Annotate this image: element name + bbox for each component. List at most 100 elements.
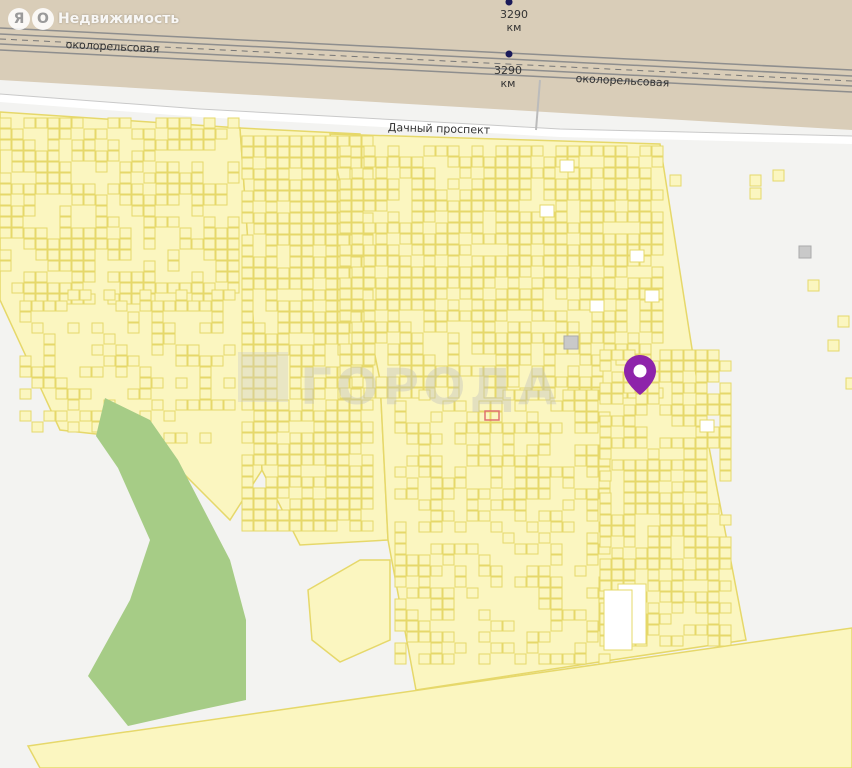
land-plot[interactable]: [586, 510, 599, 522]
land-plot[interactable]: [538, 433, 551, 445]
land-plot[interactable]: [265, 267, 278, 279]
land-plot[interactable]: [719, 536, 732, 548]
land-plot[interactable]: [253, 509, 266, 521]
land-plot[interactable]: [611, 349, 624, 361]
land-plot[interactable]: [199, 388, 212, 400]
land-plot[interactable]: [538, 466, 551, 478]
land-plot[interactable]: [671, 635, 684, 647]
land-plot[interactable]: [35, 282, 48, 294]
land-plot[interactable]: [277, 333, 290, 345]
land-plot[interactable]: [337, 465, 350, 477]
land-plot[interactable]: [301, 179, 314, 191]
land-plot[interactable]: [579, 222, 592, 234]
land-plot[interactable]: [349, 432, 362, 444]
land-plot[interactable]: [623, 503, 636, 515]
land-plot[interactable]: [211, 289, 224, 301]
land-plot[interactable]: [67, 388, 80, 400]
land-plot[interactable]: [695, 492, 708, 504]
land-plot[interactable]: [695, 448, 708, 460]
land-plot[interactable]: [423, 145, 436, 157]
land-plot[interactable]: [337, 476, 350, 488]
land-plot[interactable]: [406, 433, 419, 445]
land-plot[interactable]: [495, 178, 508, 190]
land-plot[interactable]: [91, 322, 104, 334]
land-plot[interactable]: [574, 455, 587, 467]
land-plot[interactable]: [339, 222, 352, 234]
land-plot[interactable]: [719, 360, 732, 372]
land-plot[interactable]: [301, 432, 314, 444]
land-plot[interactable]: [387, 321, 400, 333]
land-plot[interactable]: [55, 410, 68, 422]
land-plot[interactable]: [418, 499, 431, 511]
land-plot[interactable]: [253, 322, 266, 334]
land-plot[interactable]: [289, 256, 302, 268]
land-plot[interactable]: [23, 227, 36, 239]
land-plot[interactable]: [277, 157, 290, 169]
land-plot[interactable]: [59, 238, 72, 250]
land-plot[interactable]: [191, 172, 204, 184]
land-plot[interactable]: [227, 249, 240, 261]
land-plot[interactable]: [11, 161, 24, 173]
land-plot[interactable]: [502, 444, 515, 456]
land-plot[interactable]: [507, 244, 520, 256]
land-plot[interactable]: [483, 277, 496, 289]
land-plot[interactable]: [363, 244, 376, 256]
land-plot[interactable]: [555, 255, 568, 267]
land-plot[interactable]: [567, 189, 580, 201]
land-plot[interactable]: [623, 492, 636, 504]
land-plot[interactable]: [591, 189, 604, 201]
land-plot[interactable]: [719, 448, 732, 460]
land-plot[interactable]: [155, 282, 168, 294]
land-plot[interactable]: [155, 183, 168, 195]
land-plot[interactable]: [466, 587, 479, 599]
land-plot[interactable]: [707, 393, 720, 405]
land-plot[interactable]: [211, 399, 224, 411]
land-plot[interactable]: [531, 145, 544, 157]
land-plot[interactable]: [695, 536, 708, 548]
land-plot[interactable]: [659, 503, 672, 515]
land-plot[interactable]: [339, 189, 352, 201]
land-plot[interactable]: [289, 212, 302, 224]
land-plot[interactable]: [363, 310, 376, 322]
land-plot[interactable]: [387, 310, 400, 322]
land-plot[interactable]: [671, 349, 684, 361]
land-plot[interactable]: [543, 189, 556, 201]
land-plot[interactable]: [495, 167, 508, 179]
land-plot[interactable]: [430, 565, 443, 577]
land-plot[interactable]: [241, 476, 254, 488]
land-plot[interactable]: [591, 255, 604, 267]
land-plot[interactable]: [313, 509, 326, 521]
land-plot[interactable]: [507, 178, 520, 190]
land-plot[interactable]: [301, 234, 314, 246]
land-plot[interactable]: [339, 156, 352, 168]
land-plot[interactable]: [313, 201, 326, 213]
land-plot[interactable]: [411, 211, 424, 223]
land-plot[interactable]: [659, 437, 672, 449]
land-plot[interactable]: [550, 510, 563, 522]
land-plot[interactable]: [659, 558, 672, 570]
land-plot[interactable]: [683, 415, 696, 427]
land-plot[interactable]: [351, 233, 364, 245]
land-plot[interactable]: [241, 520, 254, 532]
land-plot[interactable]: [179, 128, 192, 140]
land-plot[interactable]: [95, 150, 108, 162]
land-plot[interactable]: [471, 189, 484, 201]
land-plot[interactable]: [514, 455, 527, 467]
land-plot[interactable]: [91, 366, 104, 378]
land-plot[interactable]: [325, 300, 338, 312]
land-plot[interactable]: [349, 157, 362, 169]
land-plot[interactable]: [695, 404, 708, 416]
land-plot[interactable]: [639, 145, 652, 157]
land-plot[interactable]: [471, 310, 484, 322]
land-plot[interactable]: [313, 157, 326, 169]
land-plot[interactable]: [313, 311, 326, 323]
land-plot[interactable]: [265, 201, 278, 213]
land-plot[interactable]: [651, 277, 664, 289]
land-plot[interactable]: [555, 310, 568, 322]
land-plot[interactable]: [459, 266, 472, 278]
land-plot[interactable]: [707, 624, 720, 636]
land-plot[interactable]: [671, 382, 684, 394]
land-plot[interactable]: [59, 128, 72, 140]
land-plot[interactable]: [447, 233, 460, 245]
land-plot[interactable]: [454, 466, 467, 478]
